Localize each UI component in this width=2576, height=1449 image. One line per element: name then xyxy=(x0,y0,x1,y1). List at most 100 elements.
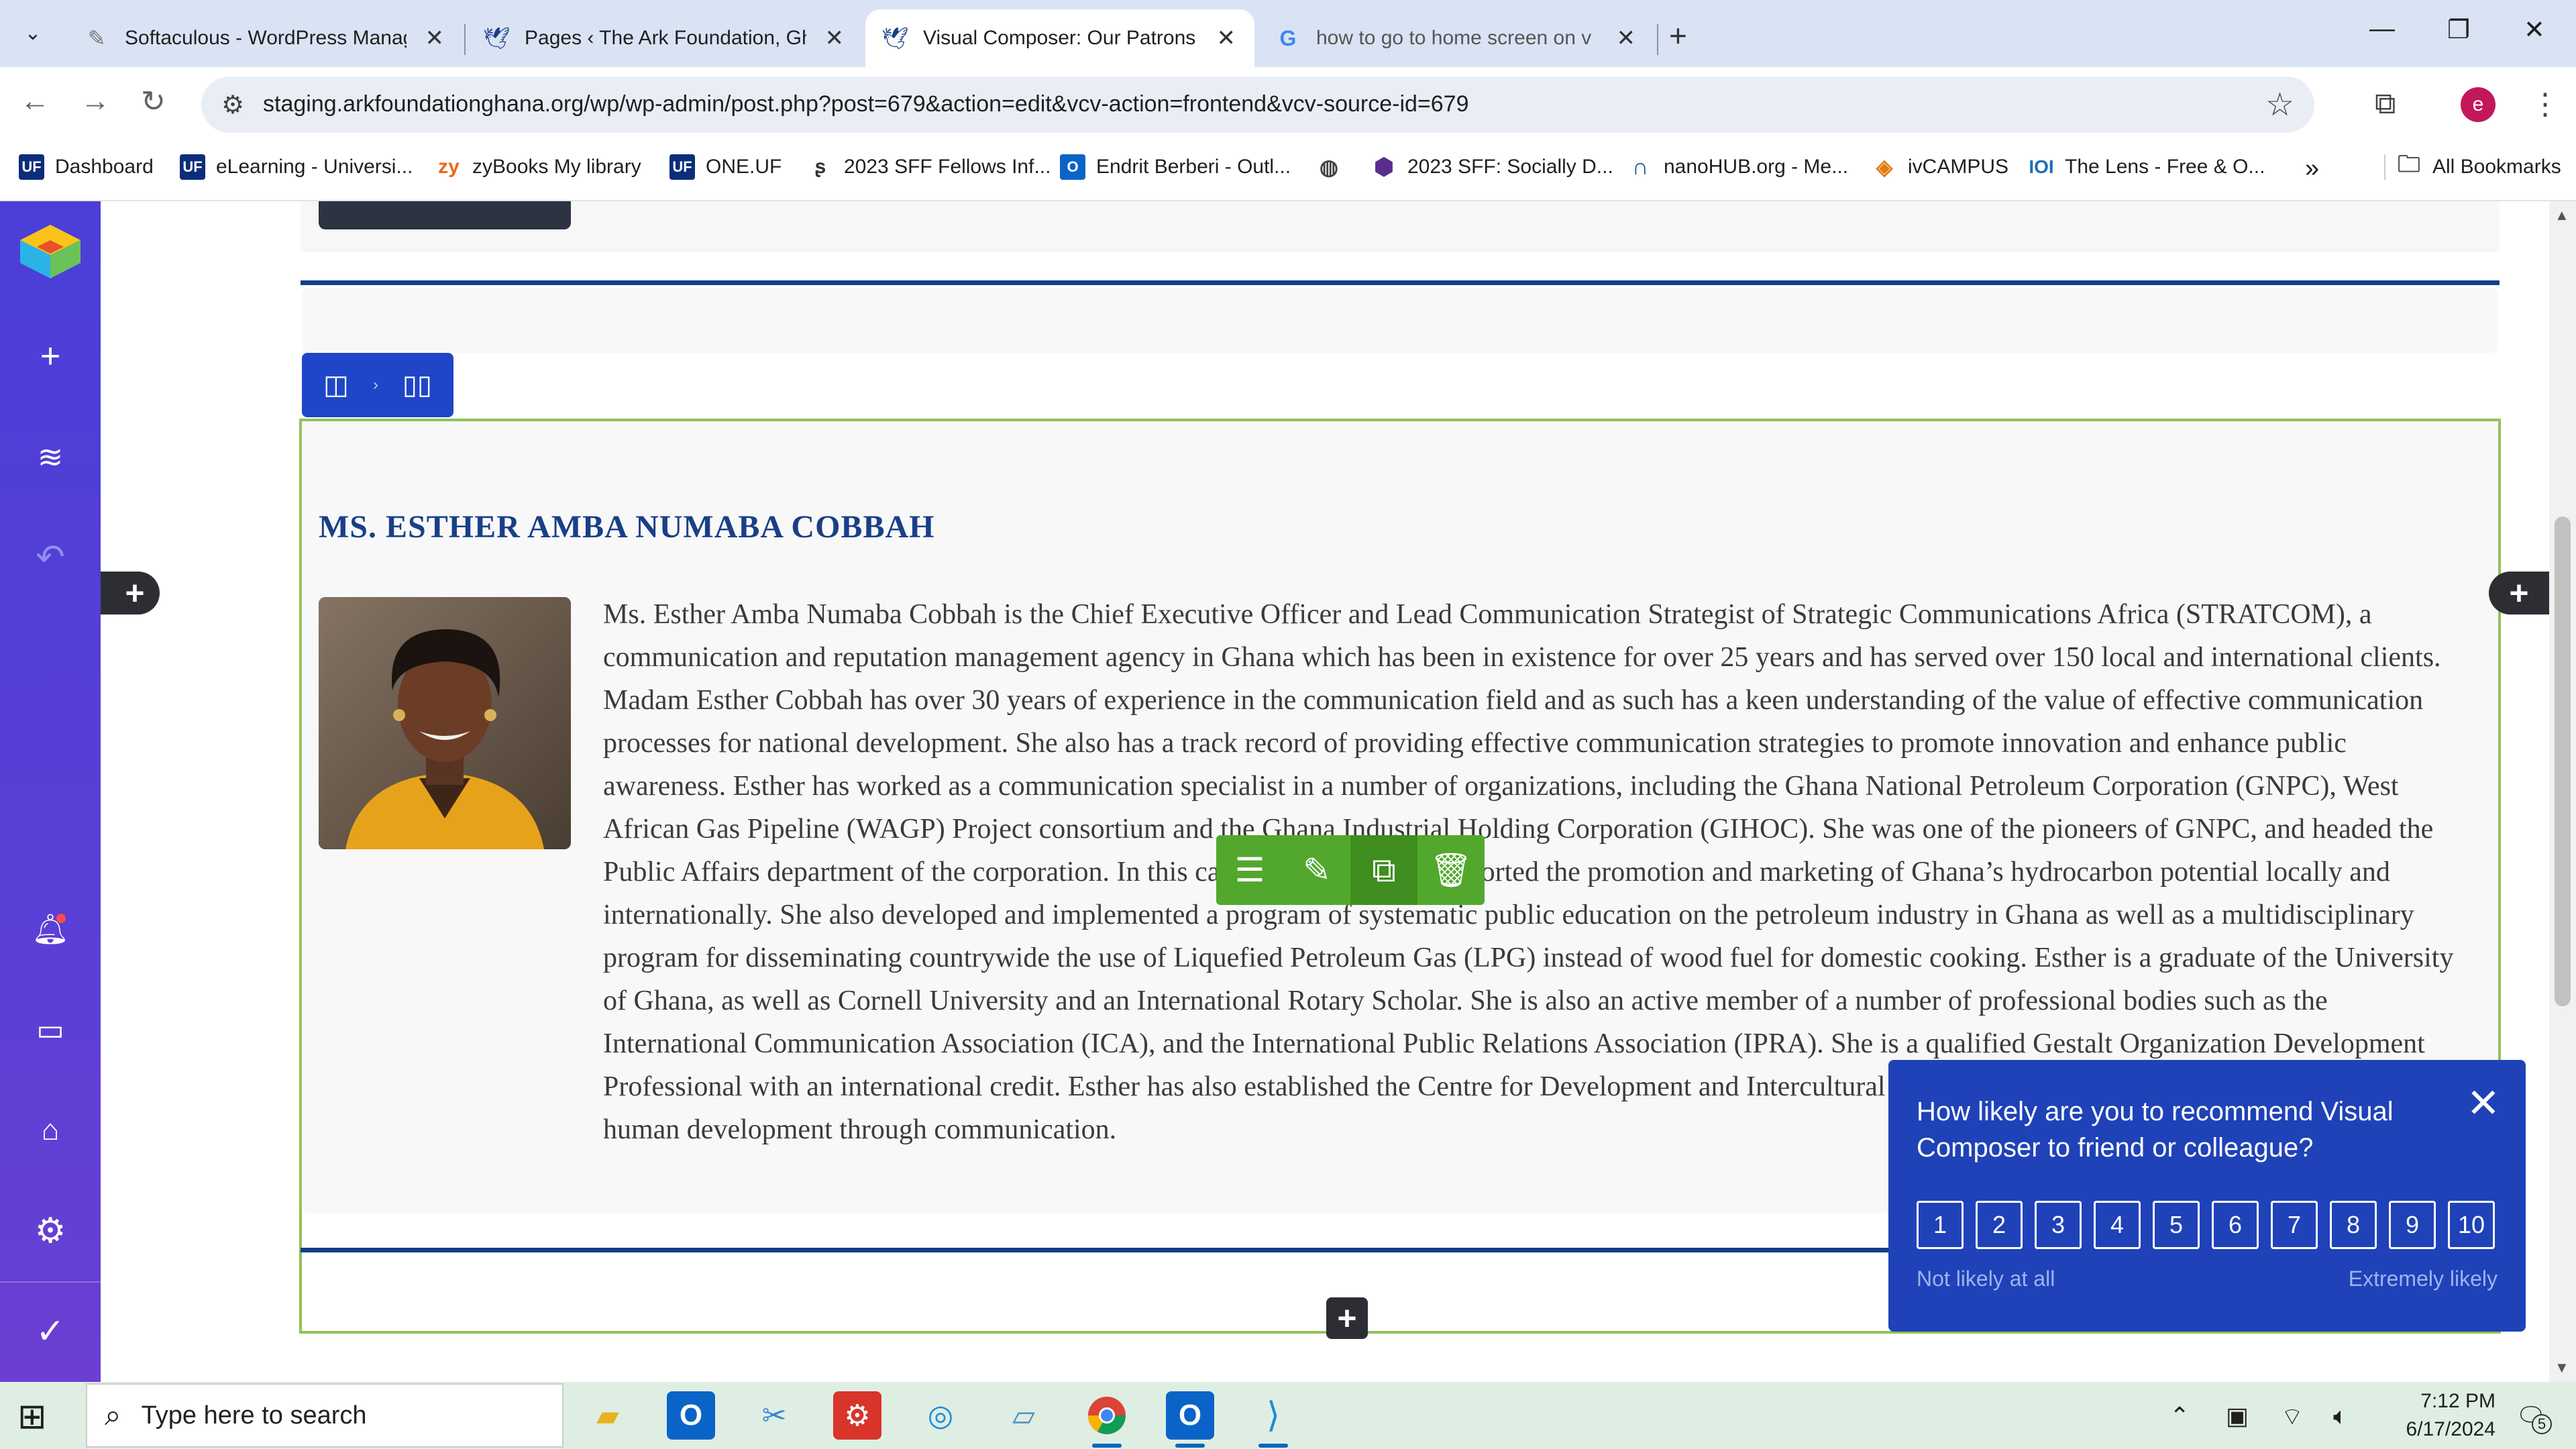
ivcampus-icon: ◈ xyxy=(1876,155,1893,179)
cube-icon: ⬢ xyxy=(1374,154,1394,180)
rating-7-button[interactable]: 7 xyxy=(2271,1201,2318,1249)
minimize-button[interactable]: — xyxy=(2369,15,2395,44)
add-row-plus-button[interactable]: + xyxy=(1326,1297,1368,1339)
edit-pencil-icon[interactable]: ✎ xyxy=(1283,835,1350,905)
bookmark-elearning[interactable]: UF eLearning - Universi... xyxy=(180,154,413,180)
notification-center-icon[interactable]: 🗨︎ 5 xyxy=(2516,1402,2552,1434)
scroll-up-icon[interactable]: ▲ xyxy=(2555,207,2569,224)
delete-trash-icon[interactable]: 🗑︎ xyxy=(1417,835,1485,905)
rating-3-button[interactable]: 3 xyxy=(2035,1201,2082,1249)
rating-2-button[interactable]: 2 xyxy=(1976,1201,2023,1249)
taskbar-clock[interactable]: 7:12 PM 6/17/2024 xyxy=(2361,1387,2496,1444)
bookmark-nanohub[interactable]: ∩ nanoHUB.org - Me... xyxy=(1627,154,1848,180)
rating-10-button[interactable]: 10 xyxy=(2448,1201,2495,1249)
tab-visual-composer[interactable]: 🕊 Visual Composer: Our Patrons ✕ xyxy=(865,9,1254,67)
scroll-thumb[interactable] xyxy=(2555,517,2571,1006)
bookmark-the-lens[interactable]: IOI The Lens - Free & O... xyxy=(2029,154,2265,180)
bookmark-star-icon[interactable]: ☆ xyxy=(2265,86,2294,123)
edge-icon[interactable]: ◎ xyxy=(916,1391,965,1440)
close-icon[interactable]: ✕ xyxy=(1617,25,1636,52)
rating-8-button[interactable]: 8 xyxy=(2330,1201,2377,1249)
bookmark-zybooks[interactable]: zy zyBooks My library xyxy=(436,154,641,180)
settings-gear-icon[interactable]: ⚙ xyxy=(27,1208,74,1254)
reload-icon[interactable]: ↻ xyxy=(141,85,166,119)
rating-6-button[interactable]: 6 xyxy=(2212,1201,2259,1249)
outlook-new-icon[interactable]: O xyxy=(1166,1391,1214,1448)
rating-1-button[interactable]: 1 xyxy=(1917,1201,1964,1249)
snipping-tool-icon[interactable]: ✂ xyxy=(750,1391,798,1440)
gear-app-icon[interactable]: ⚙ xyxy=(833,1391,881,1440)
undo-icon[interactable]: ↶ xyxy=(27,534,74,581)
rating-9-button[interactable]: 9 xyxy=(2389,1201,2436,1249)
bookmark-outlook[interactable]: O Endrit Berberi - Outl... xyxy=(1060,154,1291,180)
tree-view-layers-icon[interactable]: ≋ xyxy=(27,433,74,480)
show-hidden-icons-chevron-icon[interactable]: ⌃ xyxy=(2169,1402,2190,1430)
add-element-icon[interactable]: + xyxy=(27,333,74,380)
file-explorer-icon[interactable]: ▰ xyxy=(584,1391,632,1440)
align-text-icon[interactable]: ☰ xyxy=(1216,835,1283,905)
bookmark-label: zyBooks My library xyxy=(472,156,641,178)
close-window-button[interactable]: ✕ xyxy=(2524,15,2545,45)
close-icon[interactable]: ✕ xyxy=(825,25,845,52)
bookmark-ivcampus[interactable]: ◈ ivCAMPUS xyxy=(1872,154,2008,180)
row-layout-icon[interactable]: ◫ xyxy=(323,370,349,400)
duplicate-icon[interactable]: ⧉ xyxy=(1350,835,1417,905)
back-icon[interactable]: ← xyxy=(20,85,50,118)
bookmark-label: Dashboard xyxy=(55,156,154,178)
volume-muted-icon[interactable]: 🔈︎ xyxy=(2333,1402,2348,1431)
tab-google-search[interactable]: G how to go to home screen on v ✕ xyxy=(1258,9,1654,67)
add-left-plus-button[interactable]: + xyxy=(101,572,160,614)
windows-taskbar: ⊞ ⌕ Type here to search ▰ O ✂ ⚙ ◎ ▱ O ⟩ … xyxy=(0,1382,2576,1449)
new-tab-button[interactable]: + xyxy=(1669,17,1687,54)
chrome-icon[interactable] xyxy=(1083,1391,1131,1448)
publish-check-icon[interactable]: ✓ xyxy=(27,1308,74,1355)
patron-name-heading: MS. ESTHER AMBA NUMABA COBBAH xyxy=(319,509,935,545)
column-layout-icon[interactable]: ▯▯ xyxy=(402,370,432,400)
lens-icon: IOI xyxy=(2029,156,2054,177)
device-icon[interactable]: ▣ xyxy=(2226,1402,2249,1430)
forward-icon[interactable]: → xyxy=(80,85,110,118)
bookmark-globe[interactable]: ◍ xyxy=(1316,154,1352,180)
wifi-icon[interactable]: ⌔ xyxy=(2281,1402,2304,1432)
vc-logo-icon[interactable] xyxy=(17,221,84,282)
rating-5-button[interactable]: 5 xyxy=(2153,1201,2200,1249)
notepad-icon[interactable]: ▱ xyxy=(1000,1391,1048,1440)
close-icon[interactable]: ✕ xyxy=(1217,25,1236,52)
notifications-bell-icon[interactable]: 🔔︎ xyxy=(27,906,74,953)
rating-4-button[interactable]: 4 xyxy=(2094,1201,2141,1249)
previous-patron-portrait xyxy=(319,201,571,229)
bookmark-dashboard[interactable]: UF Dashboard xyxy=(19,154,154,180)
bookmark-one-uf[interactable]: UF ONE.UF xyxy=(669,154,782,180)
vscode-icon[interactable]: ⟩ xyxy=(1249,1391,1297,1448)
hub-icon[interactable]: ⌂ xyxy=(27,1107,74,1154)
site-info-icon[interactable]: ⚙ xyxy=(221,90,244,120)
all-bookmarks-button[interactable]: 🗀 All Bookmarks xyxy=(2384,152,2561,180)
url-text[interactable]: staging.arkfoundationghana.org/wp/wp-adm… xyxy=(263,91,1468,117)
responsive-view-icon[interactable]: ▭ xyxy=(27,1006,74,1053)
address-bar[interactable]: ⚙ staging.arkfoundationghana.org/wp/wp-a… xyxy=(201,76,2314,133)
close-icon[interactable]: ✕ xyxy=(425,25,445,52)
tab-pages[interactable]: 🕊 Pages ‹ The Ark Foundation, Gh ✕ xyxy=(467,9,863,67)
bookmark-sff-socially[interactable]: ⬢ 2023 SFF: Socially D... xyxy=(1371,154,1613,180)
tab-softaculous[interactable]: ✎ Softaculous - WordPress Manag ✕ xyxy=(67,9,463,67)
menu-icon[interactable]: ⋮ xyxy=(2530,87,2560,121)
column-controls[interactable]: ◫ › ▯▯ xyxy=(302,353,453,417)
windows-start-icon[interactable]: ⊞ xyxy=(17,1397,47,1437)
restore-button[interactable]: ❐ xyxy=(2447,15,2470,45)
outlook-icon[interactable]: O xyxy=(667,1391,715,1440)
survey-high-label: Extremely likely xyxy=(2348,1267,2498,1291)
more-bookmarks-chevron-icon[interactable]: » xyxy=(2305,154,2319,183)
page-scrollbar[interactable]: ▲ ▼ xyxy=(2549,201,2576,1382)
close-icon[interactable]: ✕ xyxy=(2467,1080,2500,1127)
notification-dot xyxy=(56,914,66,923)
extensions-icon[interactable]: ⧉ xyxy=(2375,87,2396,121)
outlook-icon: O xyxy=(1060,154,1085,180)
tab-search-button[interactable]: ⌄ xyxy=(15,15,51,51)
bookmark-sff-fellows[interactable]: ʂ 2023 SFF Fellows Inf... xyxy=(808,154,1051,180)
element-toolbar[interactable]: ☰ ✎ ⧉ 🗑︎ xyxy=(1216,835,1485,905)
taskbar-search-box[interactable]: ⌕ Type here to search xyxy=(86,1383,564,1448)
bookmark-label: nanoHUB.org - Me... xyxy=(1664,156,1849,178)
profile-avatar[interactable]: e xyxy=(2461,87,2496,122)
scroll-down-icon[interactable]: ▼ xyxy=(2555,1359,2569,1377)
add-right-plus-button[interactable]: + xyxy=(2489,572,2549,614)
